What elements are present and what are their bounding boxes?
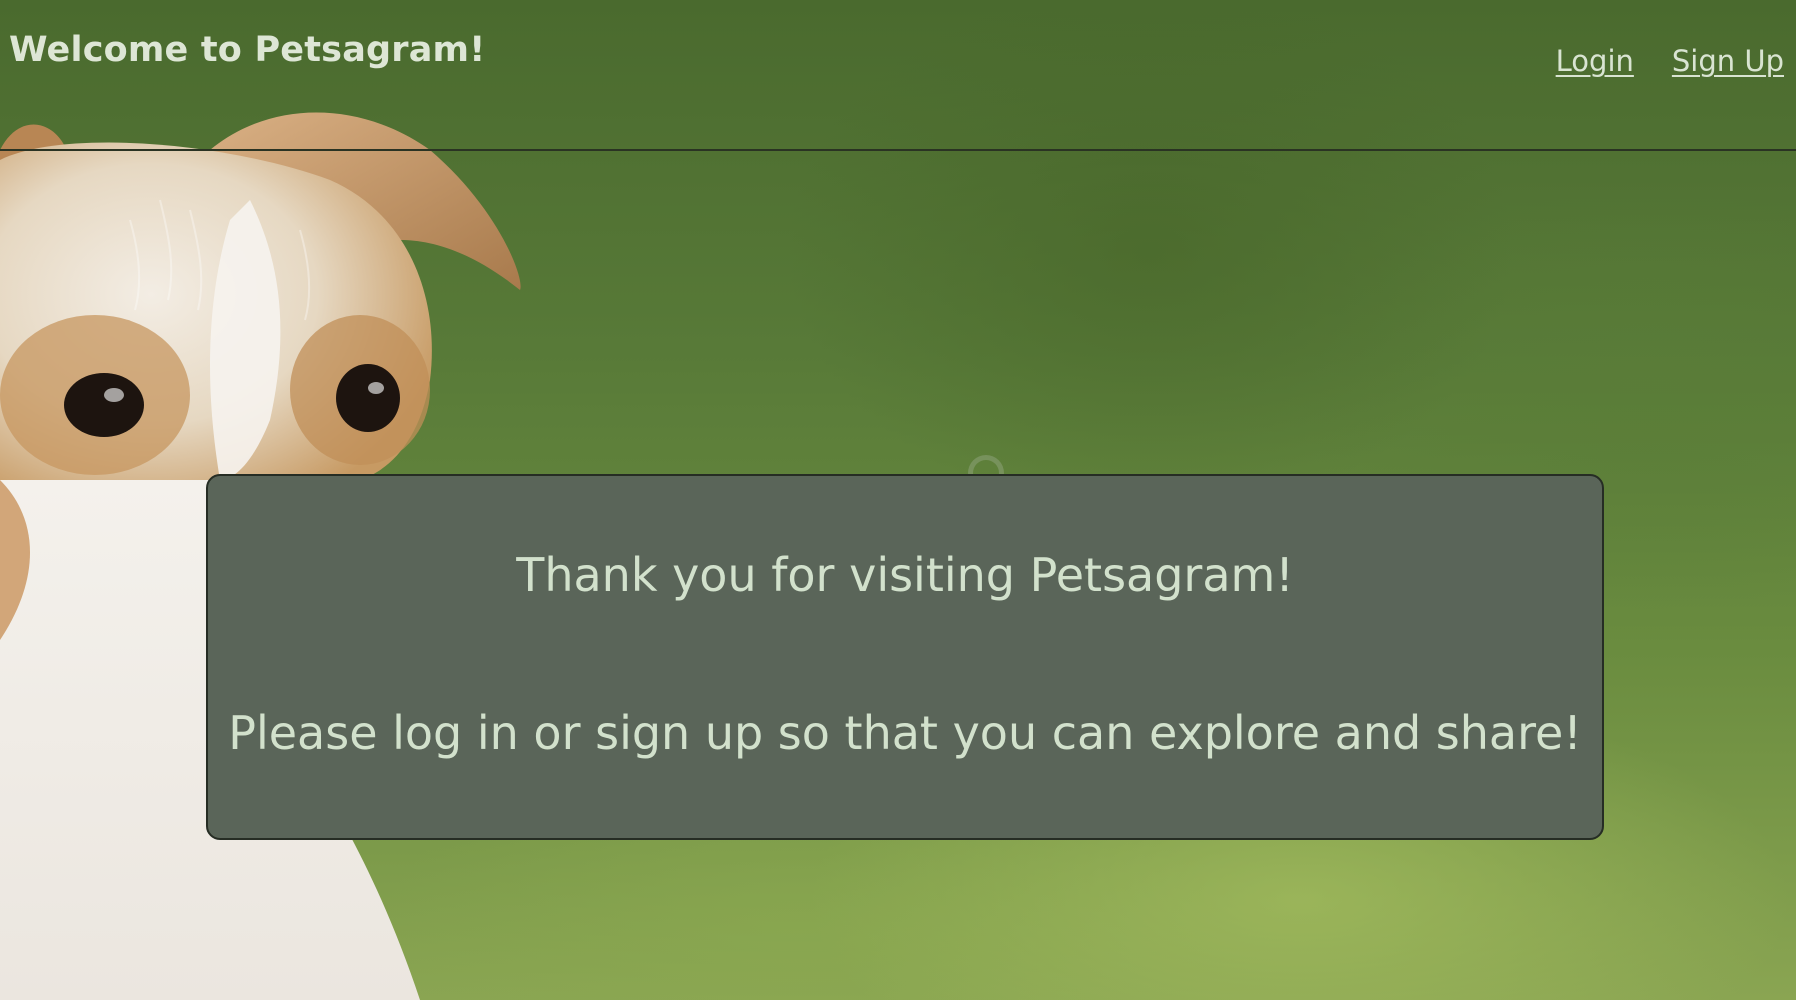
landing-page: Welcome to Petsagram! Login Sign Up Than… <box>0 0 1796 1000</box>
top-nav: Login Sign Up <box>1556 44 1784 78</box>
login-prompt-message: Please log in or sign up so that you can… <box>228 706 1582 760</box>
header-divider <box>0 149 1796 151</box>
signup-link[interactable]: Sign Up <box>1672 44 1784 78</box>
site-title: Welcome to Petsagram! <box>9 30 486 70</box>
login-link[interactable]: Login <box>1556 44 1634 78</box>
thank-you-message: Thank you for visiting Petsagram! <box>516 548 1294 602</box>
welcome-message-panel: Thank you for visiting Petsagram! Please… <box>206 474 1604 840</box>
